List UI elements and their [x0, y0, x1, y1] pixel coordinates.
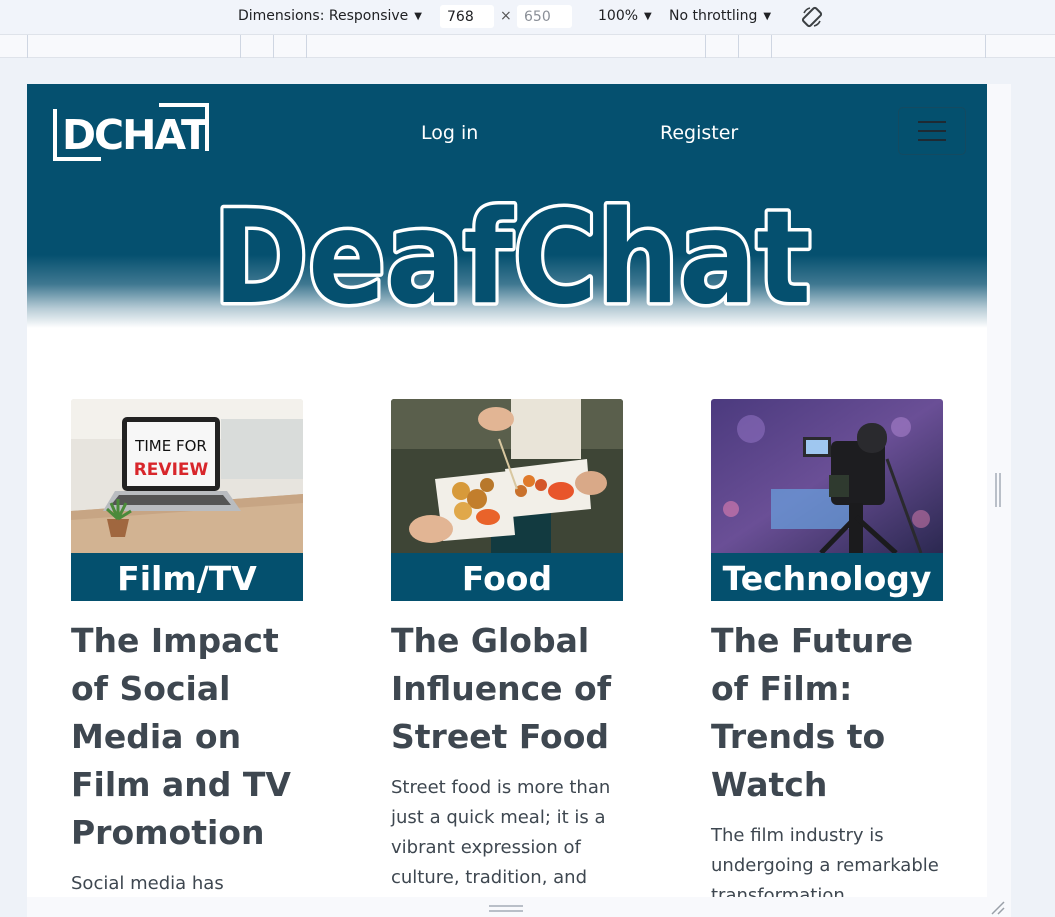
article-card-film[interactable]: TIME FOR REVIEW Film/TV The Impact of So…	[71, 399, 303, 897]
dimensions-label: Dimensions: Responsive	[238, 8, 409, 24]
zoom-label: 100%	[598, 8, 639, 24]
card-image-video-camera[interactable]	[711, 399, 943, 553]
media-query-ruler[interactable]	[0, 34, 1055, 58]
card-title[interactable]: The Future of Film: Trends to Watch	[711, 617, 943, 809]
resize-handle-icon[interactable]	[489, 905, 523, 912]
review-line-1: TIME FOR	[134, 437, 207, 455]
throttling-dropdown[interactable]: No throttling ▼	[669, 8, 771, 24]
site-header: DCHAT Log in Register DeafChat	[27, 84, 987, 328]
hamburger-icon	[918, 121, 946, 123]
resize-corner-icon[interactable]	[990, 900, 1006, 916]
times-symbol: ×	[500, 8, 512, 24]
rotate-icon[interactable]	[800, 5, 824, 29]
devtools-device-toolbar: Dimensions: Responsive ▼ × 100% ▼ No thr…	[0, 0, 1055, 34]
logo-text: DCHAT	[62, 111, 209, 159]
card-image-laptop[interactable]: TIME FOR REVIEW	[71, 399, 303, 553]
card-category: Technology	[711, 553, 943, 601]
caret-down-icon: ▼	[414, 10, 422, 22]
zoom-dropdown[interactable]: 100% ▼	[598, 8, 652, 24]
navbar-toggler-button[interactable]	[898, 107, 966, 155]
caret-down-icon: ▼	[644, 10, 652, 22]
card-title[interactable]: The Impact of Social Media on Film and T…	[71, 617, 303, 857]
throttling-label: No throttling	[669, 8, 758, 24]
dimensions-dropdown[interactable]: Dimensions: Responsive ▼	[238, 8, 422, 24]
dchat-logo[interactable]: DCHAT	[49, 101, 211, 163]
card-category: Food	[391, 553, 623, 601]
height-input[interactable]	[517, 5, 572, 28]
register-link[interactable]: Register	[660, 122, 738, 144]
width-input[interactable]	[440, 5, 494, 28]
review-line-2: REVIEW	[134, 460, 209, 480]
device-viewport: DCHAT Log in Register DeafChat TIME FOR …	[27, 84, 987, 897]
site-title: DeafChat	[210, 184, 815, 324]
article-card-technology[interactable]: Technology The Future of Film: Trends to…	[711, 399, 943, 897]
resize-handle-icon[interactable]	[994, 473, 1002, 507]
site-title-text: DeafChat	[213, 184, 811, 324]
card-category: Film/TV	[71, 553, 303, 601]
card-excerpt: Street food is more than just a quick me…	[391, 777, 611, 888]
article-card-food[interactable]: Food The Global Influence of Street Food…	[391, 399, 623, 893]
card-excerpt: The film industry is undergoing a remark…	[711, 825, 939, 897]
caret-down-icon: ▼	[763, 10, 772, 22]
card-image-street-food[interactable]	[391, 399, 623, 553]
card-title[interactable]: The Global Influence of Street Food	[391, 617, 623, 761]
card-excerpt: Social media has	[71, 873, 224, 894]
login-link[interactable]: Log in	[421, 122, 478, 144]
